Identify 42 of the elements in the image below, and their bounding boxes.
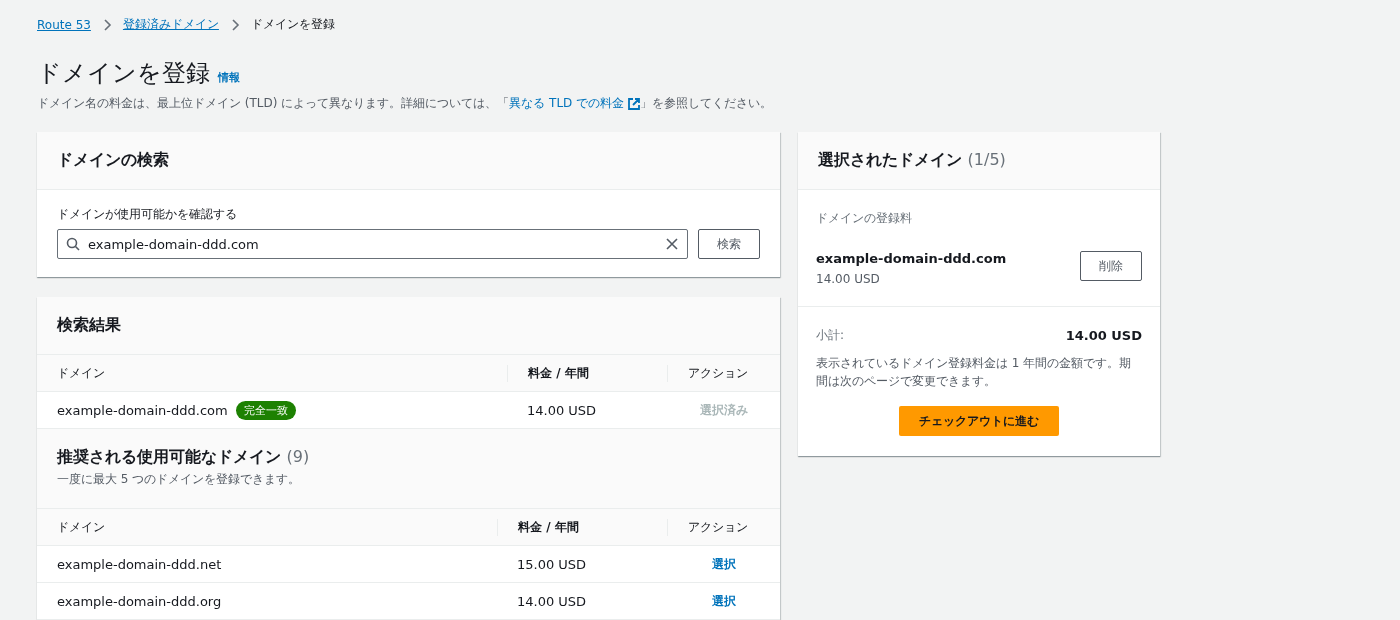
column-header: 料金 / 年間 bbox=[528, 365, 589, 380]
panel-title: 選択されたドメイン (1/5) bbox=[818, 150, 1007, 171]
remove-button[interactable]: 削除 bbox=[1080, 251, 1142, 281]
breadcrumb-current: ドメインを登録 bbox=[250, 16, 335, 33]
select-link[interactable]: 選択 bbox=[687, 592, 760, 610]
column-header: アクション bbox=[688, 519, 748, 534]
search-field[interactable]: example-domain-ddd.com bbox=[57, 229, 688, 259]
subtotal-label: 小計: bbox=[816, 327, 845, 344]
column-header: ドメイン bbox=[57, 365, 105, 380]
checkout-button[interactable]: チェックアウトに進む bbox=[899, 406, 1059, 436]
section-label: ドメインの登録料 bbox=[816, 210, 913, 227]
description-text: ドメイン名の料金は、最上位ドメイン (TLD) によって異なります。詳細については、「 bbox=[37, 95, 510, 112]
domain-name: example-domain-ddd.org bbox=[57, 593, 222, 609]
info-link[interactable]: 情報 bbox=[218, 70, 240, 85]
price-text: 14.00 USD bbox=[527, 402, 597, 418]
domain-name: example-domain-ddd.com bbox=[57, 402, 228, 418]
section-note: 一度に最大 5 つのドメインを登録できます。 bbox=[57, 471, 302, 488]
search-icon bbox=[66, 237, 80, 251]
price-text: 14.00 USD bbox=[816, 272, 881, 286]
search-button[interactable]: 検索 bbox=[698, 229, 760, 259]
column-header: 料金 / 年間 bbox=[518, 519, 579, 534]
panel-title: 検索結果 bbox=[57, 315, 122, 336]
pricing-note: 表示されているドメイン登録料金は 1 年間の金額です。期間は次のページで変更できます。 bbox=[816, 355, 1133, 390]
exact-match-badge: 完全一致 bbox=[235, 400, 296, 420]
subtotal-amount: 14.00 USD bbox=[1065, 328, 1142, 343]
column-header: ドメイン bbox=[57, 519, 105, 534]
breadcrumb-link[interactable]: Route 53 bbox=[37, 17, 91, 32]
section-title: 推奨される使用可能なドメイン (9) bbox=[57, 447, 311, 468]
select-link[interactable]: 選択 bbox=[687, 555, 760, 573]
pricing-link[interactable]: 異なる TLD での料金 bbox=[509, 95, 641, 112]
field-label: ドメインが使用可能かを確認する bbox=[57, 206, 238, 223]
panel-title: ドメインの検索 bbox=[57, 150, 170, 171]
domain-name: example-domain-ddd.net bbox=[57, 556, 222, 572]
breadcrumb-link[interactable]: 登録済みドメイン bbox=[122, 16, 219, 33]
selected-domain: example-domain-ddd.com bbox=[816, 251, 1007, 266]
column-header: アクション bbox=[688, 365, 748, 380]
price-text: 14.00 USD bbox=[517, 593, 587, 609]
external-link-icon bbox=[628, 97, 641, 110]
clear-icon[interactable] bbox=[666, 238, 678, 250]
description-text: 」を参照してください。 bbox=[640, 95, 773, 112]
price-text: 15.00 USD bbox=[517, 556, 587, 572]
page-title: ドメインを登録 bbox=[37, 58, 210, 89]
